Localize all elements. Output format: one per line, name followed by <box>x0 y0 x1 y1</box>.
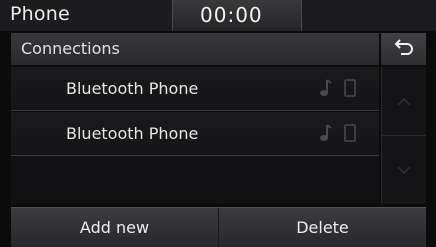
device-row[interactable]: Bluetooth Phone <box>11 67 379 111</box>
empty-list-row <box>11 156 379 204</box>
phone-icon <box>343 123 357 147</box>
music-note-icon <box>319 78 333 102</box>
chevron-down-icon <box>396 160 412 179</box>
device-label: Bluetooth Phone <box>66 124 199 143</box>
page-title: Connections <box>21 39 120 58</box>
back-button[interactable] <box>381 33 426 65</box>
action-bar: Add new Delete <box>11 207 426 247</box>
left-edge <box>0 31 11 246</box>
scroll-down-button[interactable] <box>382 135 426 203</box>
music-note-icon <box>319 123 333 147</box>
chevron-up-icon <box>396 92 412 111</box>
device-row[interactable]: Bluetooth Phone <box>11 112 379 156</box>
scroll-up-button[interactable] <box>382 67 426 136</box>
device-label: Bluetooth Phone <box>66 79 199 98</box>
back-arrow-icon <box>393 38 415 60</box>
add-new-button[interactable]: Add new <box>11 207 218 247</box>
clock: 00:00 <box>200 3 263 27</box>
delete-button[interactable]: Delete <box>218 207 426 247</box>
device-status-icons <box>319 78 357 102</box>
phone-icon <box>343 78 357 102</box>
device-status-icons <box>319 123 357 147</box>
app-title: Phone <box>10 3 70 25</box>
scrollbar[interactable] <box>381 67 426 204</box>
